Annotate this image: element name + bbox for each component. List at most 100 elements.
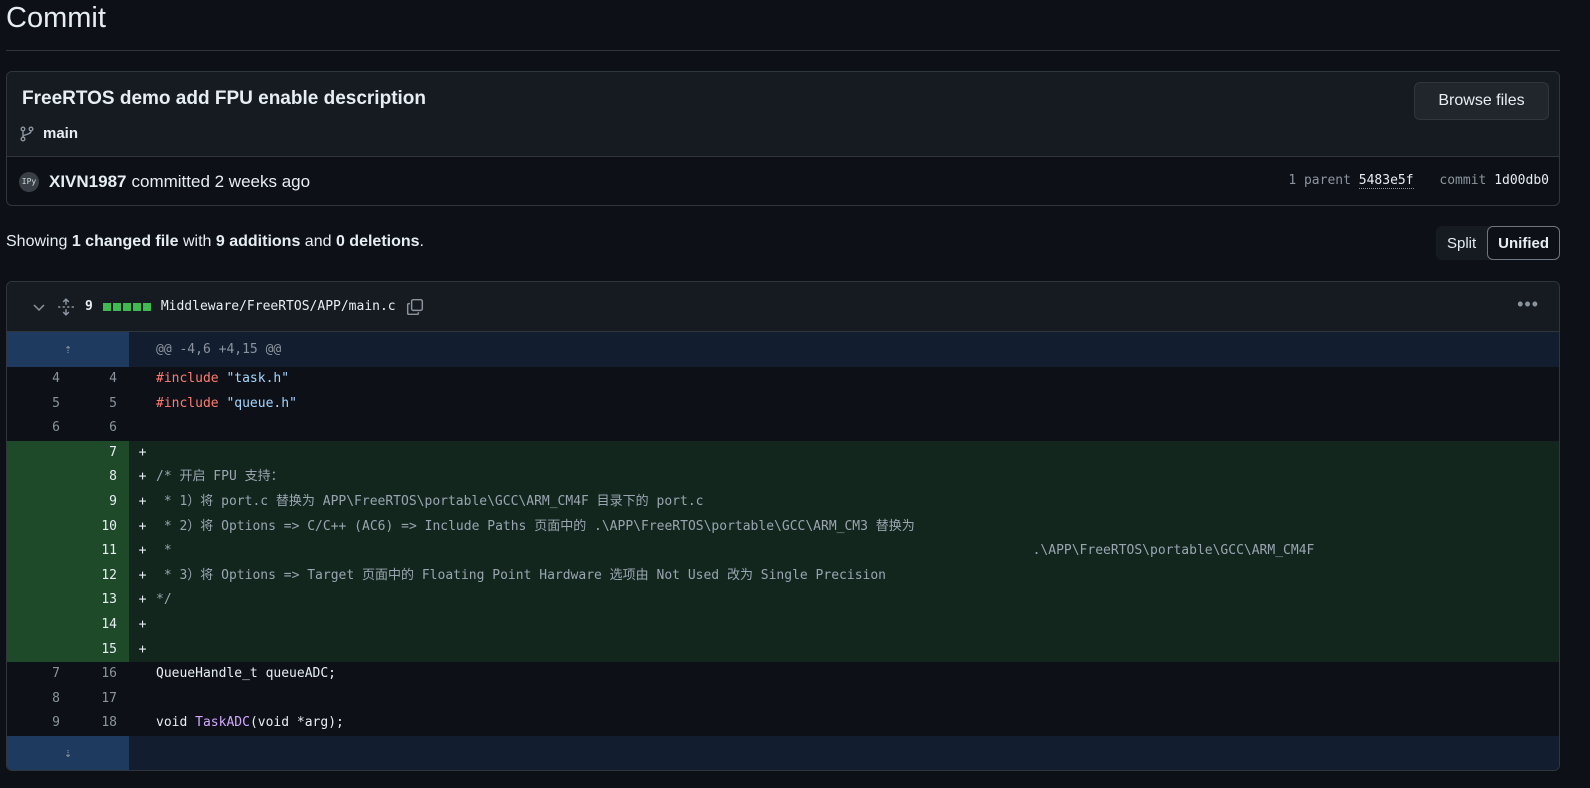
file-path-link[interactable]: Middleware/FreeRTOS/APP/main.c [161, 299, 396, 314]
commit-meta: 1 parent 5483e5f commit 1d00db0 [1288, 173, 1549, 189]
old-line-number[interactable] [7, 440, 68, 466]
diff-line: 8 17 [7, 687, 1559, 712]
new-line-number[interactable]: 9 [68, 489, 129, 515]
new-line-number[interactable]: 7 [68, 440, 129, 466]
old-line-number[interactable]: 4 [7, 367, 68, 392]
old-line-number[interactable] [7, 637, 68, 663]
hunk-header: ⇡ @@ -4,6 +4,15 @@ [7, 332, 1559, 367]
new-line-number[interactable]: 10 [68, 514, 129, 540]
code-content: + /* 开启 FPU 支持： [129, 465, 1559, 490]
summary-text: Showing [6, 233, 68, 250]
code-token: */ [156, 592, 172, 608]
git-branch-icon [20, 126, 34, 141]
diff-summary: Showing 1 changed file with 9 additions … [6, 233, 424, 251]
new-line-number[interactable]: 16 [68, 662, 129, 687]
addition-marker: + [138, 641, 147, 657]
diff-line: 15 + [7, 637, 1559, 663]
diff-line: 10 + * 2）将 Options => C/C++ (AC6) => Incl… [7, 514, 1559, 540]
diff-line: 12 + * 3）将 Options => Target 页面中的 Floatin… [7, 563, 1559, 589]
addition-marker: + [138, 592, 147, 608]
new-line-number[interactable]: 12 [68, 563, 129, 589]
diff-line: 7 + [7, 440, 1559, 466]
branch-name: main [43, 125, 79, 142]
expand-down-icon[interactable]: ⇣ [7, 735, 129, 770]
addition-marker: + [138, 493, 147, 509]
summary-text: and [304, 233, 332, 250]
change-count: 9 [85, 299, 93, 314]
old-line-number[interactable]: 7 [7, 662, 68, 687]
avatar[interactable]: IPy [19, 171, 39, 192]
code-token: "queue.h" [226, 395, 297, 411]
old-line-number[interactable] [7, 514, 68, 540]
new-line-number[interactable]: 13 [68, 588, 129, 613]
more-options-icon[interactable]: ••• [1517, 294, 1539, 315]
diff-line: 9 18 void TaskADC(void *arg); [7, 711, 1559, 736]
deletions-count: 0 deletions [335, 233, 420, 250]
addition-marker: + [138, 444, 147, 460]
code-content: + * 1）将 port.c 替换为 APP\FreeRTOS\portable… [129, 489, 1559, 515]
hunk-footer: ⇣ [7, 735, 1559, 770]
new-line-number[interactable]: 17 [68, 687, 129, 712]
addition-marker: + [138, 518, 147, 534]
code-content: QueueHandle_t queueADC; [129, 662, 1559, 687]
new-line-number[interactable]: 15 [68, 637, 129, 663]
new-line-number[interactable]: 11 [68, 539, 129, 564]
additions-count: 9 additions [215, 233, 301, 250]
old-line-number[interactable] [7, 588, 68, 613]
code-token: #include [156, 395, 219, 411]
copy-icon[interactable] [406, 298, 424, 316]
author-link[interactable]: XIVN1987 [49, 172, 127, 192]
code-content: + [129, 440, 1559, 466]
old-line-number[interactable]: 9 [7, 711, 68, 736]
commit-sha: 1d00db0 [1494, 173, 1549, 188]
old-line-number[interactable] [7, 539, 68, 564]
code-content: + * .\APP\FreeRTOS\portable\GCC\ARM_CM4F [129, 539, 1559, 564]
code-token: "task.h" [226, 371, 290, 386]
old-line-number[interactable]: 6 [7, 416, 68, 441]
parent-label: 1 parent [1288, 173, 1351, 188]
new-line-number[interactable]: 5 [68, 392, 129, 417]
new-line-number[interactable]: 6 [68, 416, 129, 441]
summary-text: . [419, 233, 424, 250]
branch-link[interactable]: main [19, 125, 78, 142]
unified-view-button[interactable]: Unified [1487, 226, 1560, 260]
old-line-number[interactable] [7, 489, 68, 515]
parent-sha-link[interactable]: 5483e5f [1358, 173, 1414, 189]
commit-message: FreeRTOS demo add FPU enable description [22, 88, 427, 109]
hunk-range: @@ -4,6 +4,15 @@ [129, 332, 1559, 367]
old-line-number[interactable] [7, 563, 68, 589]
expand-all-icon[interactable] [57, 297, 75, 316]
new-line-number[interactable]: 8 [68, 465, 129, 490]
addition-marker: + [138, 543, 147, 559]
code-token: QueueHandle_t queueADC; [156, 666, 337, 682]
code-content: + * 3）将 Options => Target 页面中的 Floating … [129, 563, 1559, 589]
addition-marker: + [138, 616, 147, 632]
new-line-number[interactable]: 14 [68, 612, 129, 638]
commit-time: committed 2 weeks ago [131, 171, 311, 191]
divider [6, 50, 1560, 51]
code-content [129, 687, 1559, 712]
diff-line: 14 + [7, 612, 1559, 638]
chevron-down-icon[interactable] [31, 299, 47, 315]
file-diff: 9 Middleware/FreeRTOS/APP/main.c ••• ⇡ @… [6, 281, 1560, 771]
diff-line: 66 [7, 416, 1559, 441]
changed-count: 1 changed file [71, 233, 179, 250]
diff-view-toggle: Split Unified [1435, 226, 1560, 260]
code-token: (void *arg); [249, 715, 344, 731]
old-line-number[interactable] [7, 465, 68, 490]
old-line-number[interactable]: 8 [7, 687, 68, 712]
new-line-number[interactable]: 18 [68, 711, 129, 736]
old-line-number[interactable] [7, 612, 68, 638]
code-token: #include [156, 371, 219, 386]
browse-files-button[interactable]: Browse files [1414, 82, 1549, 120]
diffstat-blocks [102, 302, 151, 311]
diff-line: 7 16 QueueHandle_t queueADC; [7, 662, 1559, 687]
diff-line: 13 + */ [7, 588, 1559, 613]
expand-up-icon[interactable]: ⇡ [7, 332, 129, 367]
new-line-number[interactable]: 4 [68, 367, 129, 392]
split-view-button[interactable]: Split [1436, 226, 1487, 260]
code-token: * 3）将 Options => Target 页面中的 Floating Po… [156, 567, 886, 583]
code-content: #include "queue.h" [129, 392, 1559, 417]
code-content: #include "task.h" [129, 367, 1559, 392]
old-line-number[interactable]: 5 [7, 392, 68, 417]
